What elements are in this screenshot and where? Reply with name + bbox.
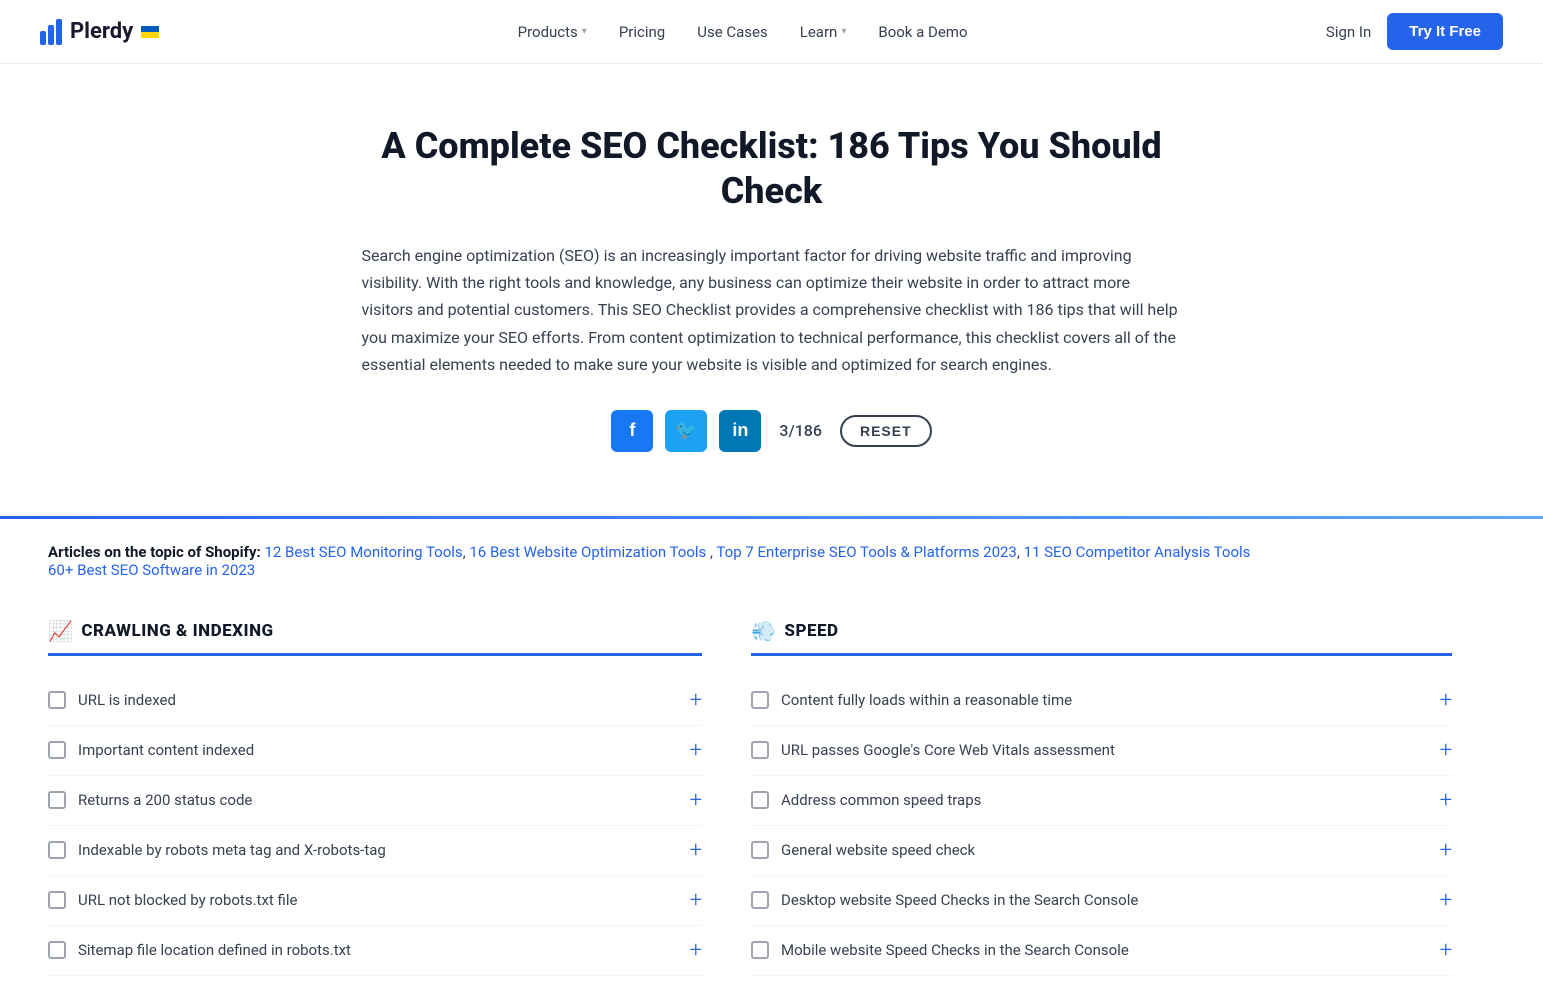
nav-menu: Products ▾ Pricing Use Cases Learn ▾ Boo… <box>518 23 968 41</box>
navbar: Plerdy Products ▾ Pricing Use Cases Lear… <box>0 0 1543 64</box>
speed-icon: 💨 <box>751 619 776 643</box>
reset-button[interactable]: RESET <box>840 415 932 447</box>
list-item: Important content indexed + <box>48 726 702 776</box>
checklist-checkbox[interactable] <box>48 891 66 909</box>
logo-text: Plerdy <box>70 19 133 44</box>
logo-icon <box>40 19 62 45</box>
expand-button[interactable]: + <box>690 938 702 963</box>
articles-label: Articles on the topic of Shopify: <box>48 543 261 561</box>
item-label: General website speed check <box>781 841 975 859</box>
checklist-checkbox[interactable] <box>751 691 769 709</box>
list-item: Mobile website Speed Checks in the Searc… <box>751 926 1452 976</box>
checklist-checkbox[interactable] <box>751 841 769 859</box>
hero-section: A Complete SEO Checklist: 186 Tips You S… <box>322 64 1222 500</box>
nav-pricing[interactable]: Pricing <box>619 23 665 41</box>
item-label: Address common speed traps <box>781 791 981 809</box>
crawling-icon: 📈 <box>48 619 73 643</box>
article-link-1[interactable]: 12 Best SEO Monitoring Tools <box>264 543 462 561</box>
expand-button[interactable]: + <box>1440 788 1452 813</box>
article-link-3[interactable]: Top 7 Enterprise SEO Tools & Platforms 2… <box>716 543 1016 561</box>
articles-section: Articles on the topic of Shopify: 12 Bes… <box>0 519 1500 595</box>
expand-button[interactable]: + <box>690 838 702 863</box>
item-label: Important content indexed <box>78 741 254 759</box>
item-label: URL is indexed <box>78 691 176 709</box>
checklist-counter: 3/186 <box>779 421 822 440</box>
facebook-share-button[interactable]: f <box>611 410 653 452</box>
expand-button[interactable]: + <box>690 688 702 713</box>
checklist-checkbox[interactable] <box>751 891 769 909</box>
crawling-section: 📈 CRAWLING & INDEXING URL is indexed + I… <box>48 619 750 976</box>
checklist-checkbox[interactable] <box>751 741 769 759</box>
checklist-checkbox[interactable] <box>48 791 66 809</box>
item-label: URL passes Google's Core Web Vitals asse… <box>781 741 1115 759</box>
list-item: Indexable by robots meta tag and X-robot… <box>48 826 702 876</box>
twitter-icon: 🐦 <box>675 420 697 441</box>
list-item: URL not blocked by robots.txt file + <box>48 876 702 926</box>
social-share-row: f 🐦 in 3/186 RESET <box>342 410 1202 452</box>
expand-button[interactable]: + <box>1440 888 1452 913</box>
expand-button[interactable]: + <box>1440 738 1452 763</box>
checklist-checkbox[interactable] <box>48 691 66 709</box>
item-label: Sitemap file location defined in robots.… <box>78 941 351 959</box>
checklist-grid: 📈 CRAWLING & INDEXING URL is indexed + I… <box>0 595 1500 1000</box>
hero-description: Search engine optimization (SEO) is an i… <box>362 242 1182 378</box>
nav-book-demo[interactable]: Book a Demo <box>878 23 967 41</box>
expand-button[interactable]: + <box>690 888 702 913</box>
list-item: Sitemap file location defined in robots.… <box>48 926 702 976</box>
checklist-checkbox[interactable] <box>751 791 769 809</box>
checklist-checkbox[interactable] <box>751 941 769 959</box>
expand-button[interactable]: + <box>690 788 702 813</box>
facebook-icon: f <box>629 420 635 441</box>
article-link-2[interactable]: 16 Best Website Optimization Tools <box>469 543 706 561</box>
chevron-down-icon: ▾ <box>582 26 587 37</box>
linkedin-icon: in <box>732 420 748 441</box>
item-label: Desktop website Speed Checks in the Sear… <box>781 891 1138 909</box>
page-title: A Complete SEO Checklist: 186 Tips You S… <box>342 124 1202 214</box>
article-link-4[interactable]: 11 SEO Competitor Analysis Tools <box>1024 543 1251 561</box>
item-label: Mobile website Speed Checks in the Searc… <box>781 941 1129 959</box>
article-link-5[interactable]: 60+ Best SEO Software in 2023 <box>48 561 255 579</box>
list-item: General website speed check + <box>751 826 1452 876</box>
list-item: URL passes Google's Core Web Vitals asse… <box>751 726 1452 776</box>
item-label: Returns a 200 status code <box>78 791 252 809</box>
checklist-checkbox[interactable] <box>48 941 66 959</box>
nav-products[interactable]: Products ▾ <box>518 23 587 41</box>
expand-button[interactable]: + <box>1440 688 1452 713</box>
expand-button[interactable]: + <box>1440 938 1452 963</box>
logo[interactable]: Plerdy <box>40 19 159 45</box>
list-item: URL is indexed + <box>48 676 702 726</box>
expand-button[interactable]: + <box>690 738 702 763</box>
nav-auth: Sign In Try It Free <box>1326 13 1503 50</box>
try-free-button[interactable]: Try It Free <box>1387 13 1503 50</box>
expand-button[interactable]: + <box>1440 838 1452 863</box>
checklist-checkbox[interactable] <box>48 741 66 759</box>
nav-use-cases[interactable]: Use Cases <box>697 23 768 41</box>
item-label: Indexable by robots meta tag and X-robot… <box>78 841 386 859</box>
list-item: Address common speed traps + <box>751 776 1452 826</box>
item-label: URL not blocked by robots.txt file <box>78 891 297 909</box>
sign-in-link[interactable]: Sign In <box>1326 23 1371 41</box>
checklist-checkbox[interactable] <box>48 841 66 859</box>
ukraine-flag-icon <box>141 26 159 38</box>
twitter-share-button[interactable]: 🐦 <box>665 410 707 452</box>
linkedin-share-button[interactable]: in <box>719 410 761 452</box>
crawling-title: 📈 CRAWLING & INDEXING <box>48 619 702 656</box>
speed-title: 💨 SPEED <box>751 619 1452 656</box>
list-item: Content fully loads within a reasonable … <box>751 676 1452 726</box>
list-item: Desktop website Speed Checks in the Sear… <box>751 876 1452 926</box>
chevron-down-icon: ▾ <box>841 26 846 37</box>
nav-learn[interactable]: Learn ▾ <box>800 23 847 41</box>
list-item: Returns a 200 status code + <box>48 776 702 826</box>
speed-section: 💨 SPEED Content fully loads within a rea… <box>750 619 1452 976</box>
item-label: Content fully loads within a reasonable … <box>781 691 1072 709</box>
